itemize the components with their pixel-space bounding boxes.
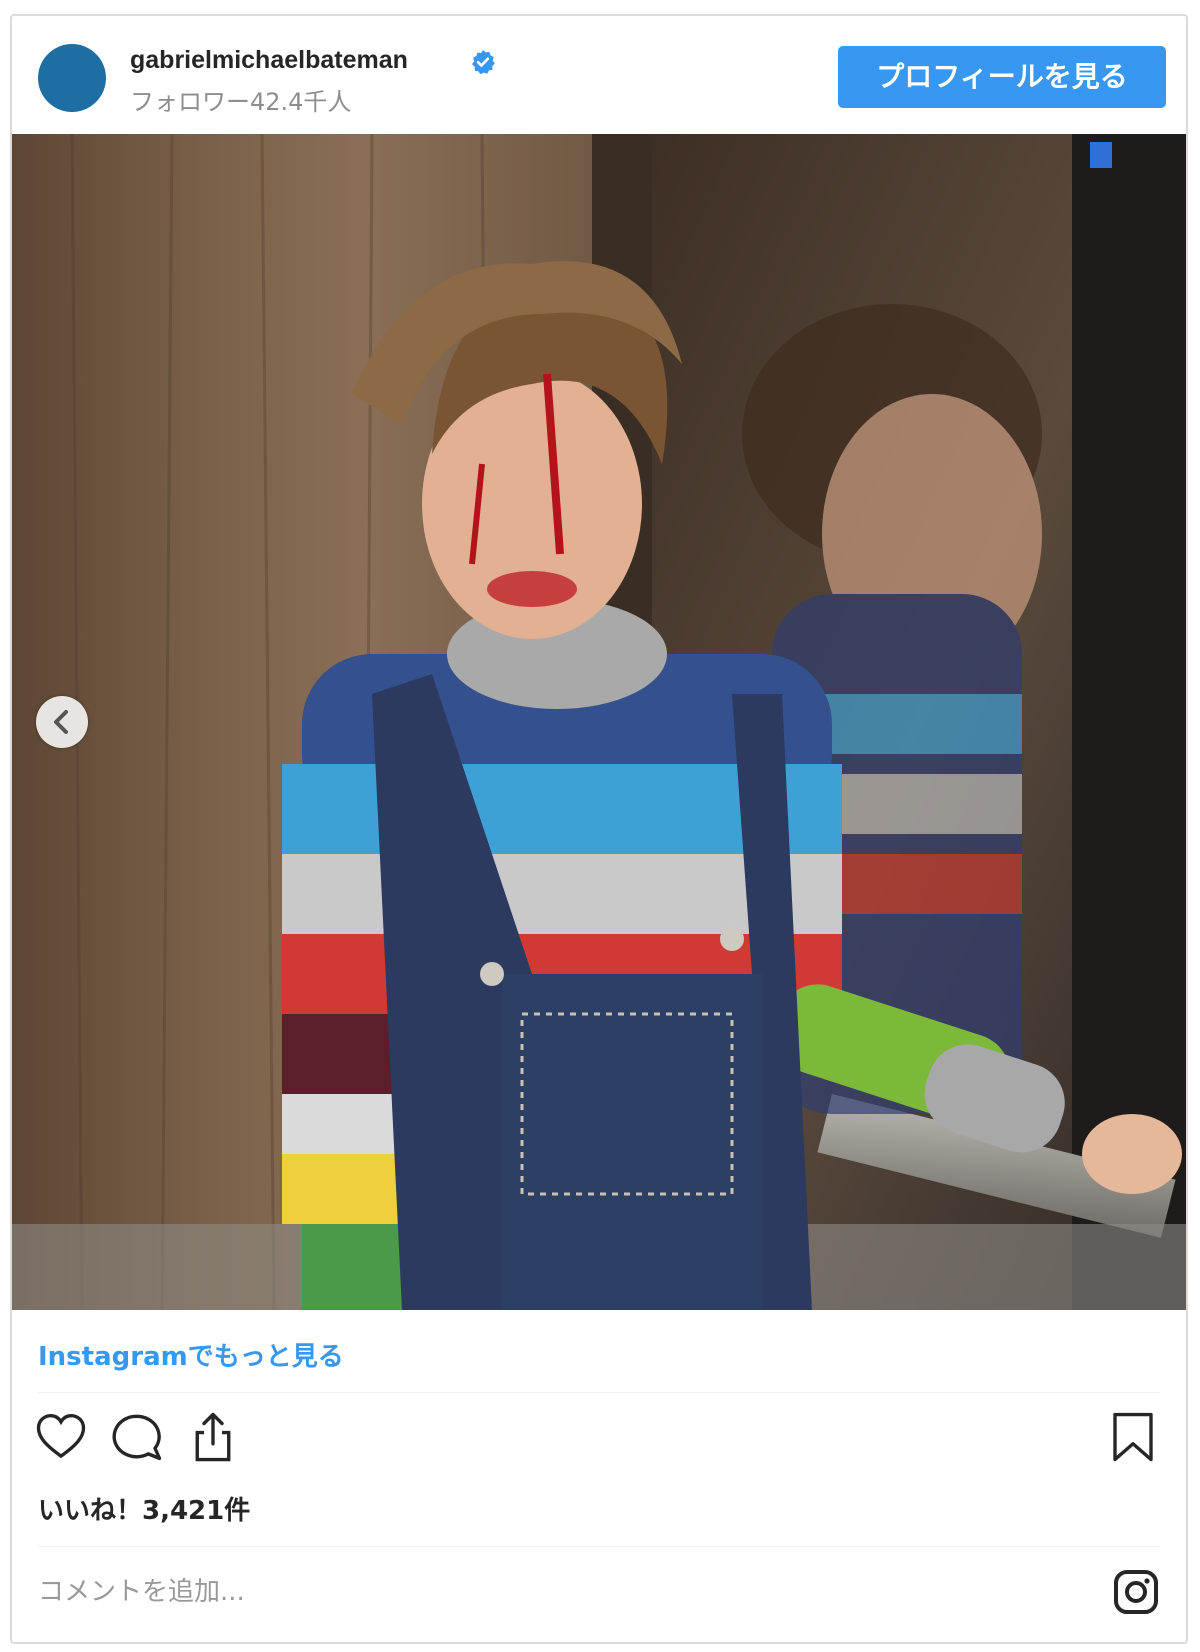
- view-profile-button[interactable]: プロフィールを見る: [838, 46, 1166, 108]
- heart-icon[interactable]: [34, 1410, 88, 1464]
- avatar[interactable]: [38, 44, 106, 112]
- username[interactable]: gabrielmichaelbateman: [130, 46, 408, 75]
- comment-icon[interactable]: [110, 1410, 164, 1464]
- verified-badge-icon: [472, 50, 495, 75]
- like-count[interactable]: いいね！3,421件: [38, 1490, 250, 1527]
- photo-illustration: [12, 134, 1186, 1310]
- post-photo[interactable]: [12, 134, 1186, 1310]
- post-header: gabrielmichaelbateman フォロワー42.4千人 プロフィール…: [12, 16, 1186, 134]
- bookmark-icon[interactable]: [1106, 1410, 1160, 1464]
- chevron-left-icon: [54, 710, 68, 734]
- view-more-on-instagram-link[interactable]: Instagramでもっと見る: [38, 1336, 344, 1373]
- instagram-embed-card: gabrielmichaelbateman フォロワー42.4千人 プロフィール…: [10, 14, 1188, 1644]
- comment-input[interactable]: [38, 1570, 1038, 1614]
- divider: [38, 1392, 1160, 1393]
- divider: [38, 1546, 1160, 1547]
- follower-count: フォロワー42.4千人: [130, 88, 352, 116]
- share-icon[interactable]: [186, 1410, 240, 1464]
- instagram-logo-icon[interactable]: [1112, 1568, 1160, 1616]
- carousel-previous-button[interactable]: [36, 696, 88, 748]
